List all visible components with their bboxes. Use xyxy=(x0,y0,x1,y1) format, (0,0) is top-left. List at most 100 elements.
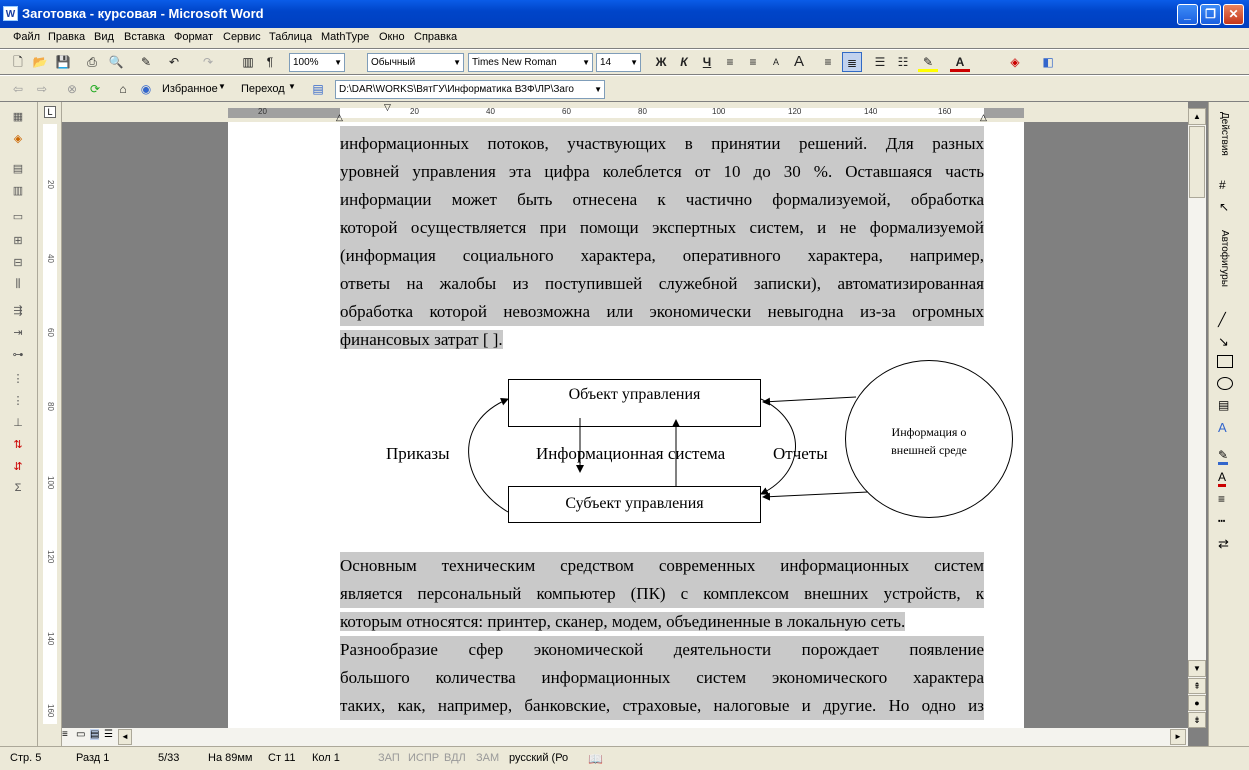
stop-icon[interactable]: ⊗ xyxy=(62,79,82,99)
menu-mathtype[interactable]: MathType xyxy=(321,31,369,43)
insert-rows-icon[interactable]: ▤ xyxy=(8,162,28,180)
text-color-icon[interactable]: A xyxy=(1218,470,1227,487)
menu-view[interactable]: Вид xyxy=(94,31,114,43)
font-combo[interactable]: Times New Roman ▼ xyxy=(468,53,593,72)
go-dropdown-icon[interactable]: ▼ xyxy=(288,82,296,91)
status-language[interactable]: русский (Ро xyxy=(509,752,568,764)
outline-icon[interactable]: ⋮ xyxy=(8,372,28,390)
horizontal-scrollbar[interactable]: ≡ ▭ ▤ ☰ ◄ ► xyxy=(62,728,1188,746)
line-icon[interactable]: ╱ xyxy=(1218,312,1226,328)
undo-icon[interactable]: ↶ xyxy=(164,52,184,72)
tab-selector-icon[interactable]: L xyxy=(44,106,56,118)
menu-help[interactable]: Справка xyxy=(414,31,457,43)
hierarchy-icon[interactable]: ⊥ xyxy=(8,416,28,434)
browse-object-icon[interactable]: ● xyxy=(1188,695,1206,711)
sort-asc-icon[interactable]: ⇅ xyxy=(8,438,28,456)
sort-desc-icon[interactable]: ⇵ xyxy=(8,460,28,478)
align-center-icon[interactable]: ≡ xyxy=(743,52,763,72)
decrease-font-icon[interactable]: A xyxy=(766,52,786,72)
horizontal-ruler[interactable]: 20 20 40 60 80 100 120 140 160 ▽ △ △ xyxy=(62,102,1188,122)
address-combo[interactable]: D:\DAR\WORKS\ВятГУ\Информатика ВЗФ\ЛР\За… xyxy=(335,80,605,99)
document-page[interactable]: информационных потоков, участвующих в пр… xyxy=(228,122,1024,728)
font-size-combo[interactable]: 14 ▼ xyxy=(596,53,641,72)
show-formatting-icon[interactable]: ¶ xyxy=(260,52,280,72)
acrobat-icon[interactable]: ◈ xyxy=(1005,52,1025,72)
fill-color-icon[interactable]: ◈ xyxy=(8,132,28,150)
word-app-icon[interactable]: W xyxy=(3,6,18,21)
new-doc-icon[interactable]: 🗋 xyxy=(8,52,28,72)
wordart-icon[interactable]: A xyxy=(1218,420,1227,435)
favorites-menu[interactable]: Избранное xyxy=(162,83,218,95)
print-icon[interactable]: ⎙ xyxy=(82,52,102,72)
align-right-icon[interactable]: ≡ xyxy=(818,52,838,72)
zoom-combo[interactable]: 100% ▼ xyxy=(289,53,345,72)
insert-cols-icon[interactable]: ▥ xyxy=(8,184,28,202)
highlight-icon[interactable]: ✎ xyxy=(918,52,938,72)
distribute-icon[interactable]: ⫼ xyxy=(8,278,28,296)
font-color-icon[interactable]: A xyxy=(950,52,970,72)
justify-icon[interactable]: ≣ xyxy=(842,52,862,72)
back-icon[interactable]: ⇦ xyxy=(8,79,28,99)
menu-format[interactable]: Формат xyxy=(174,31,213,43)
grid-icon[interactable]: # xyxy=(1219,178,1226,192)
home-icon[interactable]: ⌂ xyxy=(113,79,133,99)
outline-view-icon[interactable]: ☰ xyxy=(104,729,113,740)
print-view-icon[interactable]: ▤ xyxy=(90,729,100,740)
oval-icon[interactable] xyxy=(1217,377,1233,390)
scroll-right-icon[interactable]: ► xyxy=(1170,729,1186,745)
menu-tools[interactable]: Сервис xyxy=(223,31,261,43)
outline2-icon[interactable]: ⋮ xyxy=(8,394,28,412)
minimize-button[interactable]: _ xyxy=(1177,4,1198,25)
style-combo[interactable]: Обычный ▼ xyxy=(367,53,464,72)
dash-style-icon[interactable]: ┅ xyxy=(1218,514,1225,528)
status-extend[interactable]: ВДЛ xyxy=(444,752,466,764)
split-icon[interactable]: ⊟ xyxy=(8,256,28,274)
search-web-icon[interactable]: ◉ xyxy=(136,79,156,99)
bold-button[interactable]: Ж xyxy=(651,52,671,72)
status-overtype[interactable]: ЗАМ xyxy=(476,752,499,764)
rectangle-icon[interactable] xyxy=(1217,355,1233,368)
arrow-icon[interactable]: ↘ xyxy=(1218,334,1229,350)
scroll-left-icon[interactable]: ◄ xyxy=(118,729,132,745)
tree-icon[interactable]: ⊶ xyxy=(8,348,28,366)
close-button[interactable]: ✕ xyxy=(1223,4,1244,25)
spelling-status-icon[interactable]: 📖 xyxy=(588,752,603,766)
line-color-icon[interactable]: ✎ xyxy=(1218,448,1229,465)
line-style-icon[interactable]: ≡ xyxy=(1218,492,1225,506)
favorites-dropdown-icon[interactable]: ▼ xyxy=(218,82,226,91)
autoshapes-menu[interactable]: Автофигуры xyxy=(1219,230,1230,287)
menu-file[interactable]: Файл xyxy=(13,31,40,43)
autosum-icon[interactable]: Σ xyxy=(8,482,28,500)
scroll-thumb[interactable] xyxy=(1189,126,1205,198)
scroll-up-icon[interactable]: ▲ xyxy=(1188,108,1206,125)
normal-view-icon[interactable]: ≡ xyxy=(62,729,68,740)
numbering-icon[interactable]: ☰ xyxy=(870,52,890,72)
bullets-icon[interactable]: ☷ xyxy=(893,52,913,72)
pdf-convert-icon[interactable]: ◧ xyxy=(1038,52,1058,72)
save-icon[interactable]: 💾 xyxy=(53,52,73,72)
vertical-ruler[interactable]: L 20 40 60 80 100 120 140 160 xyxy=(38,102,62,746)
prev-page-icon[interactable]: ⇞ xyxy=(1188,678,1206,694)
increase-font-icon[interactable]: A xyxy=(789,52,809,72)
refresh-icon[interactable]: ⟳ xyxy=(85,79,105,99)
arrow-style-icon[interactable]: ⇄ xyxy=(1218,536,1229,552)
menu-edit[interactable]: Правка xyxy=(48,31,85,43)
autofit-icon[interactable]: ⇥ xyxy=(8,326,28,344)
go-menu[interactable]: Переход xyxy=(241,83,285,95)
status-record[interactable]: ЗАП xyxy=(378,752,400,764)
align-left-icon[interactable]: ≡ xyxy=(720,52,740,72)
table-grid-icon[interactable]: ▦ xyxy=(8,110,28,128)
show-only-web-toolbar-icon[interactable]: ▤ xyxy=(308,79,328,99)
italic-button[interactable]: К xyxy=(674,52,694,72)
textbox-icon[interactable]: ▤ xyxy=(1218,398,1229,412)
scroll-down-icon[interactable]: ▼ xyxy=(1188,660,1206,677)
redo-icon[interactable]: ↷ xyxy=(198,52,218,72)
menu-table[interactable]: Таблица xyxy=(269,31,312,43)
forward-icon[interactable]: ⇨ xyxy=(32,79,52,99)
vertical-scrollbar[interactable]: ▲ ▼ ⇞ ● ⇟ xyxy=(1188,108,1206,728)
columns-icon[interactable]: ▥ xyxy=(238,52,258,72)
open-icon[interactable]: 📂 xyxy=(30,52,50,72)
borders-icon[interactable]: ▭ xyxy=(8,210,28,228)
menu-insert[interactable]: Вставка xyxy=(124,31,165,43)
status-track[interactable]: ИСПР xyxy=(408,752,439,764)
